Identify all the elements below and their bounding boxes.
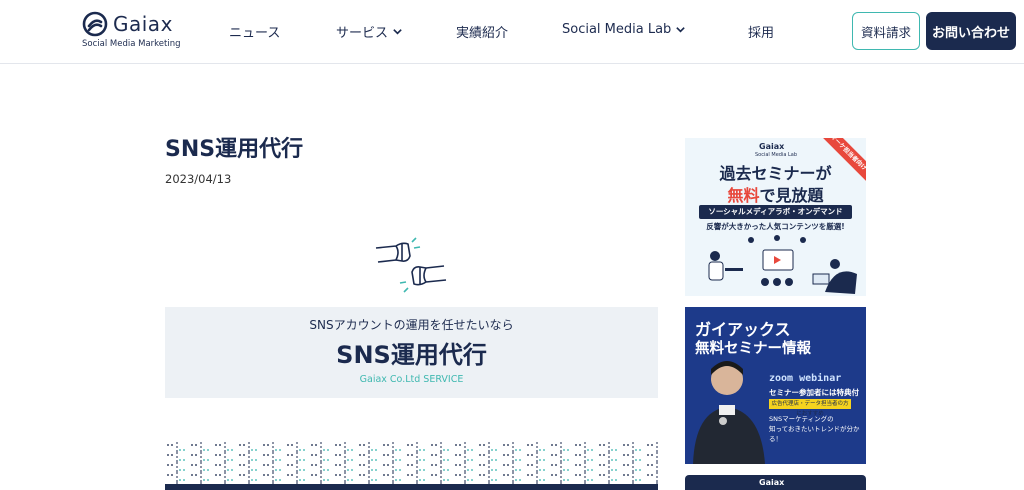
hero-subtitle: SNSアカウントの運用を任せたいなら bbox=[309, 318, 514, 332]
nav-recruit[interactable]: 採用 bbox=[748, 22, 774, 41]
banner-headline-1: 過去セミナーが bbox=[719, 164, 832, 183]
banner2-tag: 広告代理店・データ担当者の方におすすめ bbox=[769, 399, 851, 417]
nav-services[interactable]: サービス bbox=[336, 22, 403, 41]
free-seminar-banner[interactable]: ガイアックス 無料セミナー情報 zoom webinar セミナー参加者には特典… bbox=[685, 307, 866, 464]
nav-news-label: ニュース bbox=[229, 26, 281, 41]
request-documents-button[interactable]: 資料請求 bbox=[852, 12, 920, 50]
nav-recruit-label: 採用 bbox=[748, 26, 775, 41]
page-title: SNS運用代行 bbox=[165, 137, 304, 162]
nav-case-studies[interactable]: 実績紹介 bbox=[456, 22, 508, 41]
banner2-title-2: 無料セミナー情報 bbox=[695, 341, 811, 357]
banner2-desc-1: SNSマーケティングの bbox=[769, 415, 834, 423]
banner-logo-subtitle: Social Media Lab bbox=[755, 152, 798, 158]
nav-social-media-lab-label: Social Media Lab bbox=[562, 22, 672, 37]
nav-news[interactable]: ニュース bbox=[229, 22, 280, 41]
hero-banner: SNSアカウントの運用を任せたいなら SNS運用代行 Gaiax Co.Ltd … bbox=[165, 307, 658, 398]
seminar-archive-banner[interactable]: Gaiax Social Media Lab マーケ担当者向け 過去セミナーが … bbox=[685, 138, 866, 296]
banner-pill: ソーシャルメディアラボ・オンデマンド bbox=[699, 205, 852, 219]
hero-company: Gaiax Co.Ltd SERVICE bbox=[359, 374, 464, 385]
chevron-down-icon bbox=[393, 29, 402, 35]
nav-case-studies-label: 実績紹介 bbox=[456, 26, 509, 41]
nav-social-media-lab[interactable]: Social Media Lab bbox=[562, 22, 686, 37]
nav-services-label: サービス bbox=[336, 26, 389, 41]
site-header: Gaiax Social Media Marketing ニュース サービス 実… bbox=[0, 0, 1024, 64]
gaiax-logo[interactable]: Gaiax Social Media Marketing bbox=[82, 11, 182, 51]
seminar-illustration bbox=[708, 235, 857, 294]
publish-date: 2023/04/13 bbox=[165, 172, 232, 186]
banner2-desc-2: 知っておきたいトレンドが分かる！ bbox=[769, 425, 860, 443]
logo-name: Gaiax bbox=[113, 12, 173, 36]
banner-headline-accent: 無料 bbox=[727, 186, 760, 205]
gaiax-logo-icon bbox=[82, 11, 108, 37]
banner-headline-2: 無料で見放題 bbox=[685, 182, 866, 206]
banner3-logo: Gaiax bbox=[759, 478, 785, 487]
logo-subtitle: Social Media Marketing bbox=[82, 39, 181, 49]
fist-bump-icon bbox=[375, 237, 447, 293]
banner-headline-rest: で見放題 bbox=[759, 186, 824, 205]
zoom-webinar-label: zoom webinar bbox=[769, 373, 842, 384]
hero-title: SNS運用代行 bbox=[336, 341, 487, 369]
third-sidebar-banner[interactable]: Gaiax bbox=[685, 475, 866, 490]
banner-logo: Gaiax bbox=[759, 142, 785, 151]
speaker-photo bbox=[685, 351, 775, 464]
decorative-pattern bbox=[165, 442, 658, 490]
chevron-down-icon bbox=[676, 27, 686, 33]
banner-description: 反響が大きかった人気コンテンツを厳選! bbox=[706, 222, 845, 231]
contact-button[interactable]: お問い合わせ bbox=[926, 12, 1016, 50]
